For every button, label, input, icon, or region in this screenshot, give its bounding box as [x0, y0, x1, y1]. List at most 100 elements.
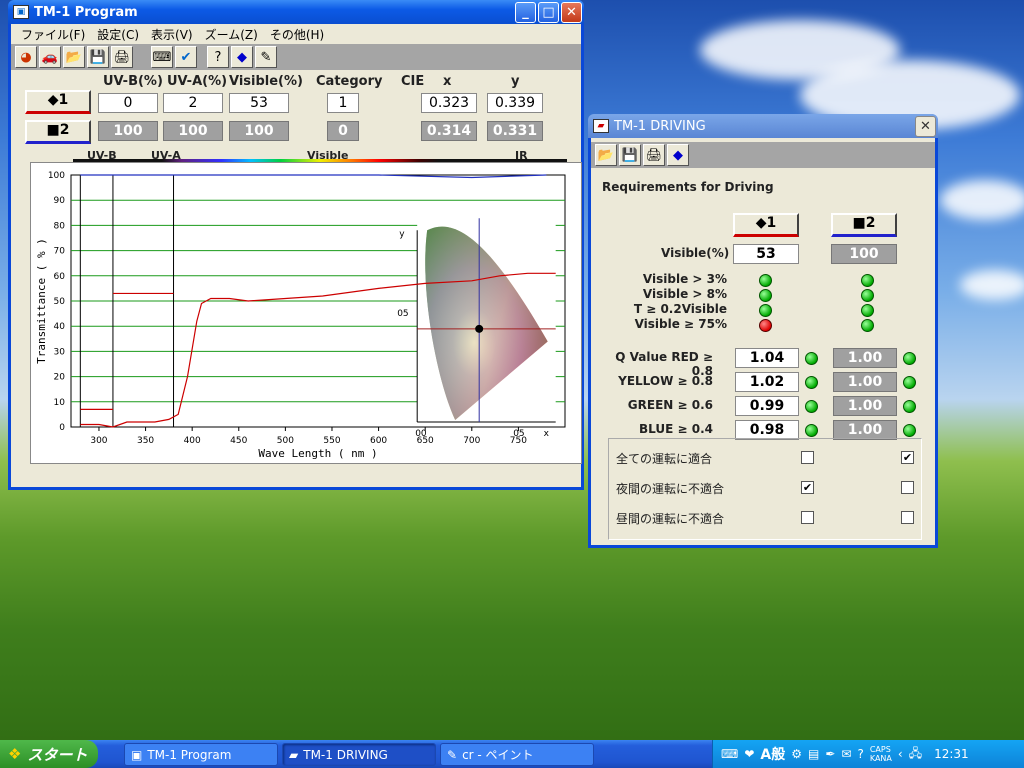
tray-expand-icon[interactable]: ‹	[898, 747, 903, 761]
driving-sample1-button[interactable]: ◆1	[733, 213, 799, 237]
help-icon[interactable]: ?	[207, 46, 229, 68]
row2-x: 0.314	[421, 121, 477, 141]
y-header: y	[511, 74, 520, 89]
x-tick-label: 550	[323, 436, 340, 446]
y-tick-label: 20	[54, 373, 66, 383]
row2-uva: 100	[163, 121, 223, 141]
band-visible: Visible	[307, 149, 349, 162]
car-app-icon: ▰	[593, 119, 609, 133]
taskbar: ❖ スタート ▣ TM-1 Program ▰ TM-1 DRIVING ✎ c…	[0, 740, 1024, 768]
dictionary-icon[interactable]: ▤	[808, 747, 819, 761]
main-titlebar[interactable]: ▣ TM-1 Program _ □ ✕	[8, 0, 584, 24]
y-tick-label: 90	[54, 196, 66, 206]
q-value-sample1: 1.02	[735, 372, 799, 392]
taskbar-item-label: TM-1 DRIVING	[303, 747, 388, 762]
save-icon[interactable]: 💾	[619, 144, 641, 166]
x-tick-label: 500	[277, 436, 294, 446]
sample2-button[interactable]: ■2	[25, 120, 91, 144]
y-tick-label: 50	[54, 297, 66, 307]
taskbar-item-tm1-program[interactable]: ▣ TM-1 Program	[124, 743, 278, 766]
status-led	[805, 424, 818, 437]
open-folder-icon[interactable]: 📂	[595, 144, 617, 166]
eraser-icon[interactable]: ◆	[667, 144, 689, 166]
menu-settings[interactable]: 設定(C)	[91, 26, 145, 43]
y-tick-label: 10	[54, 398, 66, 408]
cie-header: CIE	[401, 74, 425, 89]
suitability-checkbox[interactable]: ✔	[901, 451, 914, 464]
suitability-checkbox[interactable]	[801, 511, 814, 524]
criterion-label: T ≥ 0.2Visible	[633, 302, 727, 316]
color-wheel-icon[interactable]: ◕	[15, 46, 37, 68]
y-tick-label: 40	[54, 322, 66, 332]
settings-edit-icon[interactable]: ✎	[255, 46, 277, 68]
car-icon[interactable]: 🚗	[39, 46, 61, 68]
driving-sample2-label: ■2	[852, 215, 876, 231]
cie-y-tick: y	[399, 229, 405, 239]
ime-settings-icon[interactable]: ⚙	[791, 747, 802, 761]
category-header: Category	[316, 74, 383, 89]
suitability-checkbox[interactable]	[901, 511, 914, 524]
pen-icon[interactable]: ✒	[825, 747, 835, 761]
suitability-checkbox[interactable]	[801, 451, 814, 464]
start-button[interactable]: ❖ スタート	[0, 740, 98, 768]
x-tick-label: 450	[230, 436, 247, 446]
menu-zoom[interactable]: ズーム(Z)	[199, 26, 264, 43]
suitability-checkbox[interactable]	[901, 481, 914, 494]
driving-toolbar: 📂 💾 🖨 ◆	[591, 142, 935, 168]
status-led	[759, 304, 772, 317]
criterion-label: Visible ≥ 75%	[634, 317, 727, 331]
suitability-label: 夜間の運転に不適合	[616, 482, 725, 496]
driving-sample2-button[interactable]: ■2	[831, 213, 897, 237]
y-axis-label: Transmittance ( % )	[35, 238, 48, 364]
x-tick-label: 600	[370, 436, 387, 446]
save-icon[interactable]: 💾	[87, 46, 109, 68]
taskbar-item-tm1-driving[interactable]: ▰ TM-1 DRIVING	[282, 743, 436, 766]
driving-window-title: TM-1 DRIVING	[614, 118, 706, 134]
menu-other[interactable]: その他(H)	[264, 26, 330, 43]
menu-view[interactable]: 表示(V)	[145, 26, 199, 43]
row1-visible: 53	[229, 93, 289, 113]
suitability-checkbox[interactable]: ✔	[801, 481, 814, 494]
driving-sample1-label: ◆1	[755, 215, 777, 231]
ime-mode[interactable]: A般	[760, 744, 785, 764]
eraser-icon[interactable]: ◆	[231, 46, 253, 68]
main-window: ▣ TM-1 Program _ □ ✕ ファイル(F) 設定(C) 表示(V)…	[8, 0, 584, 490]
minimize-button[interactable]: _	[515, 1, 536, 23]
row2-y: 0.331	[487, 121, 543, 141]
driving-close-button[interactable]: ✕	[915, 115, 936, 137]
status-led	[759, 319, 772, 332]
sample1-button[interactable]: ◆1	[25, 90, 91, 114]
status-led	[903, 424, 916, 437]
status-led	[861, 274, 874, 287]
menu-file[interactable]: ファイル(F)	[15, 26, 91, 43]
cie-x-tick: 00	[415, 429, 427, 439]
suitability-label: 全ての運転に適合	[616, 452, 713, 466]
cie-x-tick: x	[544, 429, 550, 439]
status-led	[861, 289, 874, 302]
help-icon[interactable]: ?	[857, 747, 863, 761]
print-icon[interactable]: 🖨	[643, 144, 665, 166]
taskbar-item-paint[interactable]: ✎ cr - ペイント	[440, 743, 594, 766]
ime-tool-icon[interactable]: ❤	[744, 747, 754, 761]
cie-point	[475, 324, 484, 333]
caps-kana-indicator: CAPS KANA	[870, 745, 892, 763]
chat-icon[interactable]: ✉	[841, 747, 851, 761]
open-folder-icon[interactable]: 📂	[63, 46, 85, 68]
status-led	[759, 274, 772, 287]
network-icon[interactable]: 🖧	[909, 744, 922, 765]
y-tick-label: 30	[54, 347, 66, 357]
close-button[interactable]: ✕	[561, 1, 582, 23]
kana-label: KANA	[869, 754, 892, 763]
q-value-sample1: 0.98	[735, 420, 799, 440]
checkmark-icon[interactable]: ✔	[175, 46, 197, 68]
system-tray: ⌨ ❤ A般 ⚙ ▤ ✒ ✉ ? CAPS KANA ‹ 🖧 12:31	[712, 740, 1024, 768]
row2-uvb: 100	[98, 121, 158, 141]
print-icon[interactable]: 🖨	[111, 46, 133, 68]
maximize-button[interactable]: □	[538, 1, 559, 23]
status-led	[759, 289, 772, 302]
requirements-heading: Requirements for Driving	[602, 180, 774, 194]
windows-logo-icon: ❖	[8, 745, 22, 763]
keyboard-icon[interactable]: ⌨	[151, 46, 173, 68]
driving-titlebar[interactable]: ▰ TM-1 DRIVING ✕	[588, 114, 938, 138]
keyboard-icon[interactable]: ⌨	[721, 747, 738, 761]
